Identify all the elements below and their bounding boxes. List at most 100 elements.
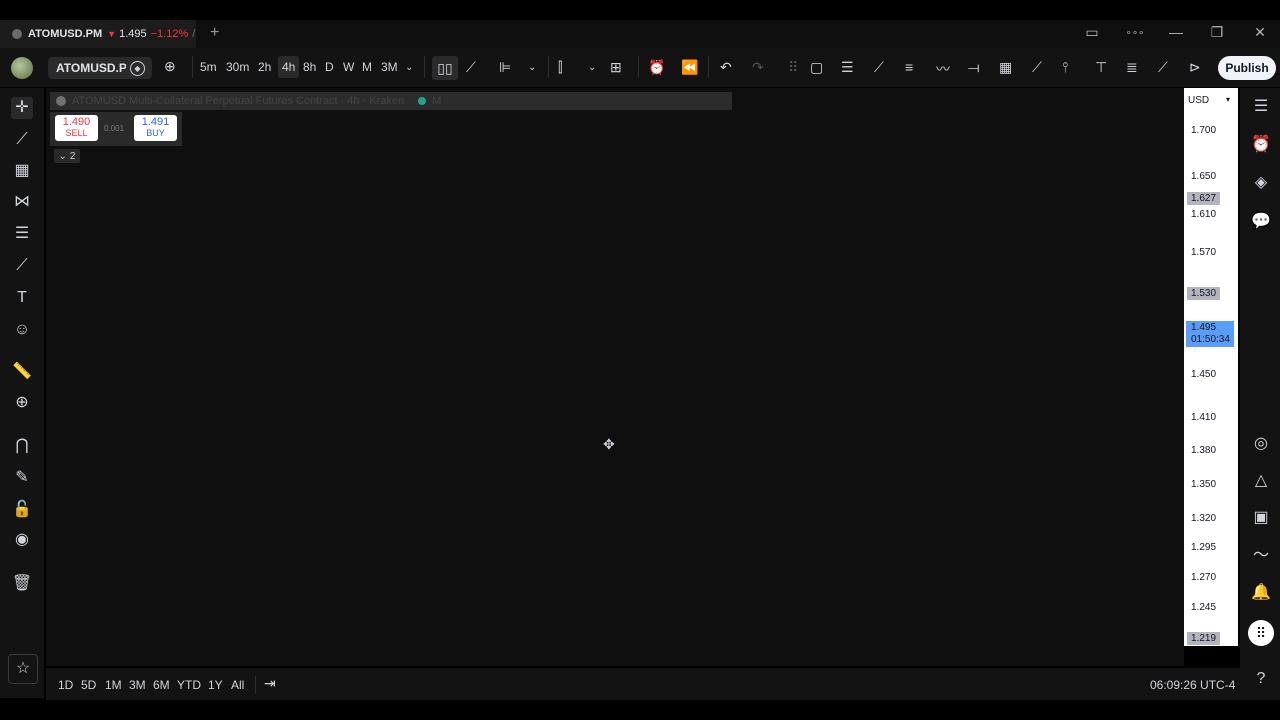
last-price-tag: 1.495 01:50:34 <box>1186 321 1234 347</box>
eye-icon[interactable]: ◉ <box>11 529 33 551</box>
measure-icon[interactable]: ⟋ <box>1158 59 1168 76</box>
grid-tool-icon[interactable]: ▦ <box>999 59 1012 76</box>
more-icon[interactable]: ∘∘∘ <box>1120 28 1150 39</box>
calendar-icon[interactable]: ▣ <box>1250 507 1272 529</box>
close-button[interactable]: ✕ <box>1245 24 1275 41</box>
down-arrow-icon: ▼ <box>107 29 117 39</box>
chart-legend[interactable]: ATOMUSD Multi-Collateral Perpetual Futur… <box>50 92 732 110</box>
price-tag: 1.530 <box>1187 287 1221 300</box>
timeframe-30m[interactable]: 30m <box>226 60 249 74</box>
chevron-down-icon[interactable]: ⌄ <box>588 62 596 73</box>
fib-grid-tool-icon[interactable]: ▦ <box>11 160 33 182</box>
timeframe-8h[interactable]: 8h <box>303 60 316 74</box>
emoji-tool-icon[interactable]: ☺ <box>11 319 33 341</box>
sell-button[interactable]: 1.490 SELL <box>55 115 98 141</box>
indicators-icon[interactable]: ⊫ <box>499 59 511 76</box>
collapse-indicators-button[interactable]: ⌄ 2 <box>54 149 80 163</box>
path-icon[interactable]: 〰 <box>936 59 950 79</box>
play-icon[interactable]: ⊳ <box>1189 59 1201 76</box>
buy-button[interactable]: 1.491 BUY <box>134 115 177 141</box>
fib-icon[interactable]: ≡ <box>905 59 913 75</box>
alert-icon[interactable]: ⏰ <box>648 59 665 76</box>
chart-tab[interactable]: ATOMUSD.PM ▼ 1.495 −1.12% / <box>0 20 196 48</box>
minimize-button[interactable]: — <box>1161 24 1191 40</box>
timeframe-d[interactable]: D <box>325 60 334 74</box>
bell-icon[interactable]: 🔔 <box>1250 582 1272 604</box>
candles-icon[interactable]: ▯▯ <box>432 56 458 80</box>
range-1d[interactable]: 1D <box>58 678 73 692</box>
clock[interactable]: 06:09:26 UTC-4 <box>1150 678 1235 692</box>
help-icon[interactable]: ? <box>1250 668 1272 690</box>
bar-countdown: 01:50:34 <box>1191 334 1230 345</box>
avatar[interactable] <box>11 57 33 79</box>
chevron-down-icon[interactable]: ⌄ <box>528 62 536 73</box>
range-3m[interactable]: 3M <box>129 678 146 692</box>
range-1m[interactable]: 1M <box>105 678 122 692</box>
target-icon[interactable]: ◎ <box>1250 433 1272 455</box>
forecast-tool-icon[interactable]: ☰ <box>11 223 33 245</box>
range-1y[interactable]: 1Y <box>208 678 223 692</box>
range-all[interactable]: All <box>231 678 244 692</box>
ruler-icon[interactable]: 📏 <box>11 361 33 383</box>
parallel-channel-icon[interactable]: ☰ <box>841 59 854 76</box>
trend-line-tool-icon[interactable]: ⟋ <box>11 129 33 151</box>
horizontal-line-icon[interactable]: ⟞ <box>968 59 980 76</box>
lock-icon[interactable]: 🔓 <box>11 499 33 521</box>
price-label: 1.270 <box>1191 572 1217 583</box>
apps-grid-icon[interactable]: ⠿ <box>1248 620 1274 646</box>
chart-pane[interactable] <box>46 88 1184 666</box>
compare-add-icon[interactable]: ⊕ <box>164 58 176 75</box>
magnet-icon[interactable]: ⋂ <box>11 435 33 457</box>
pitchfork-icon[interactable]: ⫯ <box>1062 59 1068 76</box>
range-6m[interactable]: 6M <box>153 678 170 692</box>
chevron-down-icon[interactable]: ▾ <box>1226 95 1230 104</box>
brush-tool-icon[interactable]: ⟋ <box>11 255 33 277</box>
favorites-star-icon[interactable]: ☆ <box>8 654 38 684</box>
text-tool-icon[interactable]: ⊤ <box>1095 59 1107 76</box>
redo-icon[interactable]: ↷ <box>752 59 764 76</box>
timeframe-w[interactable]: W <box>343 60 354 74</box>
brush-icon[interactable]: ⟋ <box>1032 59 1042 76</box>
line-chart-icon[interactable]: ⟋ <box>466 59 476 76</box>
chart-type-icon[interactable]: ⫿ <box>558 59 562 76</box>
layout-grid-icon[interactable]: ⊞ <box>610 59 622 76</box>
price-label: 1.320 <box>1191 513 1217 524</box>
alarm-clock-icon[interactable]: ⏰ <box>1250 134 1272 156</box>
replay-icon[interactable]: ⏪ <box>681 59 698 76</box>
news-feed-icon[interactable]: 〜 <box>1250 545 1272 567</box>
publish-button[interactable]: Publish <box>1218 56 1276 80</box>
timeframe-4h[interactable]: 4h <box>278 56 300 78</box>
watchlist-icon[interactable]: ☰ <box>1250 96 1272 118</box>
chevron-down-icon[interactable]: ⌄ <box>405 62 413 73</box>
rectangle-tool-icon[interactable]: ▢ <box>810 59 823 76</box>
range-5d[interactable]: 5D <box>81 678 96 692</box>
zoom-in-icon[interactable]: ⊕ <box>11 392 33 414</box>
undo-icon[interactable]: ↶ <box>720 59 732 76</box>
new-tab-button[interactable]: + <box>210 24 219 42</box>
range-ytd[interactable]: YTD <box>177 678 201 692</box>
drag-handle-icon[interactable]: ⠿ <box>788 59 798 76</box>
stay-drawing-icon[interactable]: ✎ <box>11 467 33 489</box>
layout-icon[interactable]: ▭ <box>1077 24 1107 41</box>
indicator-count: 2 <box>69 150 76 162</box>
currency-selector[interactable]: USD <box>1188 95 1209 106</box>
crosshair-tool-icon[interactable]: ✛ <box>11 97 33 119</box>
timeframe-5m[interactable]: 5m <box>200 60 217 74</box>
restore-button[interactable]: ❐ <box>1202 24 1232 41</box>
timeframe-2h[interactable]: 2h <box>258 60 271 74</box>
text-tool-icon[interactable]: T <box>11 287 33 309</box>
price-label: 1.570 <box>1191 247 1217 258</box>
trend-line-icon[interactable]: ⟋ <box>874 59 884 76</box>
pattern-tool-icon[interactable]: ⋈ <box>11 191 33 213</box>
diamond-icon[interactable]: ◆ <box>130 60 145 76</box>
gann-icon[interactable]: ≣ <box>1126 59 1138 76</box>
symbol-search[interactable]: ATOMUSD.PM ◆ <box>48 57 152 79</box>
layers-icon[interactable]: ◈ <box>1250 172 1272 194</box>
ideas-icon[interactable]: △ <box>1250 470 1272 492</box>
trash-icon[interactable]: 🗑 <box>11 573 33 595</box>
go-to-date-icon[interactable]: ⇥ <box>264 675 276 692</box>
timeframe-3m[interactable]: 3M <box>381 60 398 74</box>
move-cursor-icon: ✥ <box>603 436 615 452</box>
timeframe-m[interactable]: M <box>362 60 372 74</box>
chat-icon[interactable]: 💬 <box>1250 211 1272 233</box>
